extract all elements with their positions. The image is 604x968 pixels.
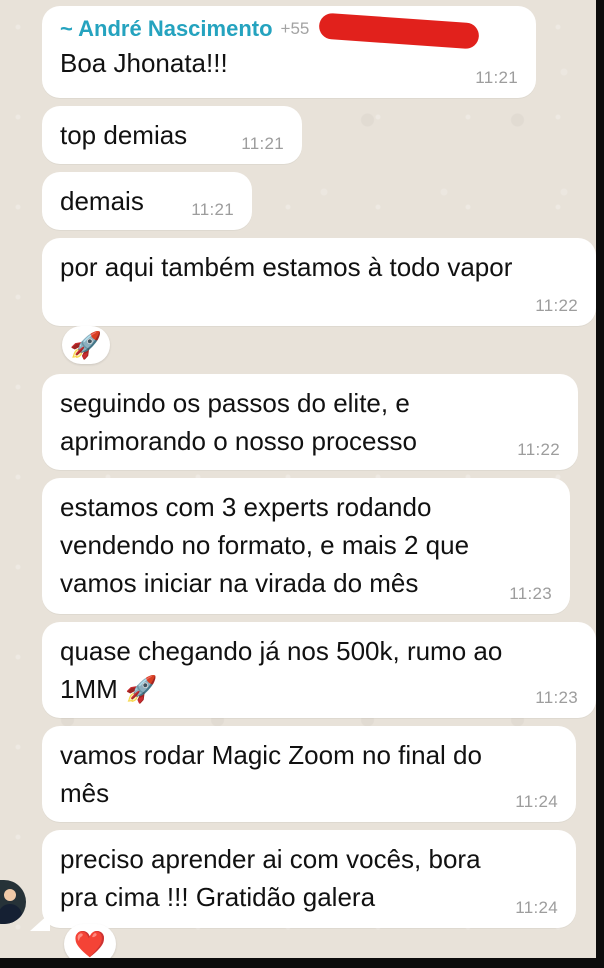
message-text-line: preciso aprender ai com vocês, bora [60,844,481,874]
message-text-line: 1MM 🚀 [60,674,158,704]
bubble-tail [30,913,50,931]
message-text-line: mês [60,778,110,808]
reaction-heart[interactable]: ❤️ [64,924,116,958]
message-bubble[interactable]: seguindo os passos do elite, e aprimoran… [42,374,578,470]
message-bubble[interactable]: preciso aprender ai com vocês, bora pra … [42,830,576,928]
message-bubble[interactable]: quase chegando já nos 500k, rumo ao 1MM … [42,622,596,718]
message-text-line: vamos rodar Magic Zoom no final do [60,740,482,770]
message-bubble[interactable]: ~ André Nascimento +55 Boa Jhonata!!! 11… [42,6,536,98]
sender-phone: +55 [280,12,480,50]
message-time: 11:24 [515,898,558,917]
message-text-line: aprimorando o nosso processo [60,426,417,456]
message-time: 11:22 [517,440,560,459]
heart-icon: ❤️ [73,928,107,959]
avatar[interactable] [0,880,26,924]
message-time: 11:21 [191,200,234,219]
message-bubble[interactable]: estamos com 3 experts rodando vendendo n… [42,478,570,614]
phone-prefix: +55 [280,19,310,38]
message-text-line: vamos iniciar na virada do mês [60,568,419,598]
message-time: 11:24 [515,792,558,811]
message-bubble[interactable]: por aqui também estamos à todo vapor 11:… [42,238,596,326]
sender-row: ~ André Nascimento +55 [60,12,516,50]
reaction-rocket[interactable]: 🚀 [62,326,110,364]
message-text-line: quase chegando já nos 500k, rumo ao [60,636,503,666]
rocket-icon: 🚀 [69,329,103,360]
chat-window: ~ André Nascimento +55 Boa Jhonata!!! 11… [0,0,596,958]
message-bubble[interactable]: demais 11:21 [42,172,252,230]
message-text-line: vendendo no formato, e mais 2 que [60,530,470,560]
message-time: 11:23 [535,688,578,707]
message-text-line: pra cima !!! Gratidão galera [60,882,376,912]
message-time: 11:22 [535,296,578,315]
message-time: 11:23 [509,584,552,603]
message-text: por aqui também estamos à todo vapor [60,252,513,282]
message-time: 11:21 [241,134,284,153]
message-text-line: estamos com 3 experts rodando [60,492,432,522]
message-bubble[interactable]: top demias 11:21 [42,106,302,164]
message-time: 11:21 [475,68,518,87]
sender-name[interactable]: ~ André Nascimento [60,14,273,44]
message-bubble[interactable]: vamos rodar Magic Zoom no final do mês 1… [42,726,576,822]
message-text-line: seguindo os passos do elite, e [60,388,410,418]
message-text: Boa Jhonata!!! [60,48,228,78]
